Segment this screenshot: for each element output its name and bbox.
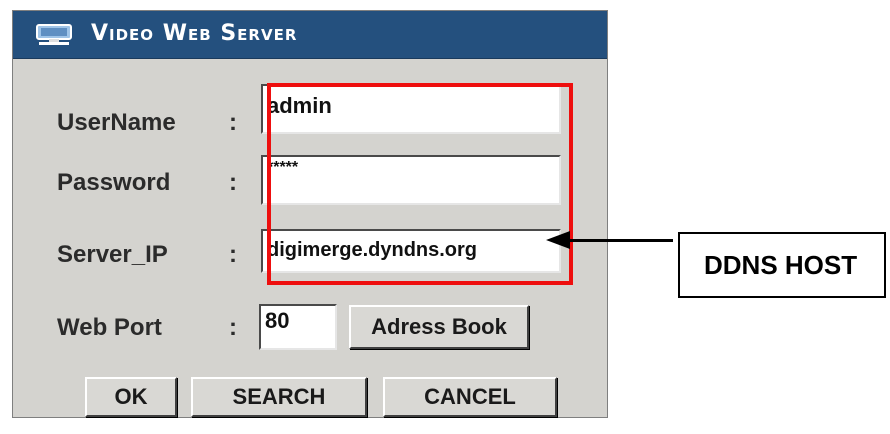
web-port-label: Web Port xyxy=(57,314,162,341)
cancel-button[interactable]: CANCEL xyxy=(383,377,557,417)
search-button[interactable]: SEARCH xyxy=(191,377,367,417)
server-ip-field[interactable]: digimerge.dyndns.org xyxy=(261,229,561,273)
password-colon: : xyxy=(229,169,237,196)
window-title: Video Web Server xyxy=(91,21,298,46)
server-ip-colon: : xyxy=(229,241,237,268)
password-label: Password xyxy=(57,169,171,196)
ddns-host-callout: DDNS HOST xyxy=(678,232,886,298)
network-computer-icon xyxy=(35,23,73,47)
annotation-arrow-line xyxy=(556,239,673,242)
address-book-button[interactable]: Adress Book xyxy=(349,305,529,349)
password-field[interactable]: ***** xyxy=(261,155,561,205)
username-colon: : xyxy=(229,109,237,136)
username-label: UserName xyxy=(57,109,176,136)
ddns-host-label: DDNS HOST xyxy=(704,249,858,280)
ok-button[interactable]: OK xyxy=(85,377,177,417)
username-field[interactable]: admin xyxy=(261,84,561,134)
title-bar: Video Web Server xyxy=(13,11,607,59)
server-ip-label: Server_IP xyxy=(57,241,168,268)
video-web-server-dialog: Video Web Server UserName : admin Passwo… xyxy=(12,10,608,418)
web-port-field[interactable]: 80 xyxy=(259,304,337,350)
web-port-colon: : xyxy=(229,314,237,341)
arrow-left-icon xyxy=(546,231,570,249)
